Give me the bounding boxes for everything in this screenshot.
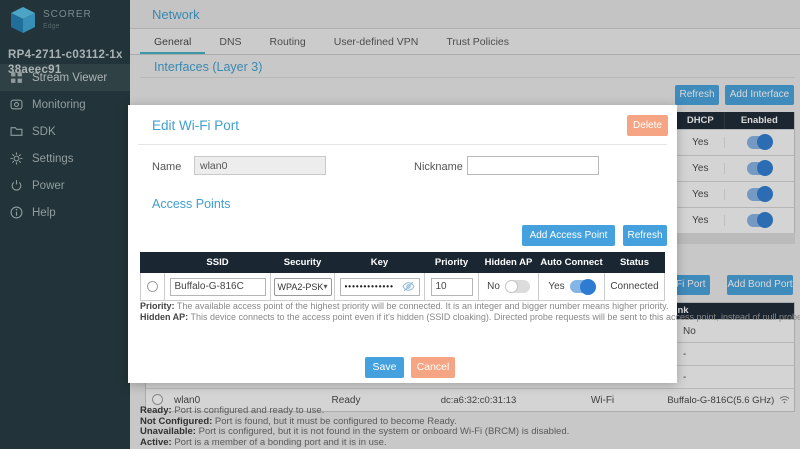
security-value: WPA2-PSK (278, 282, 324, 292)
note-hidden-ap: Hidden AP: This device connects to the a… (140, 312, 800, 323)
screen: SCORER Edge RP4-2711-c03112-1x 38aeec91 … (0, 0, 800, 449)
hidden-ap-toggle[interactable] (505, 280, 530, 293)
eye-slash-icon[interactable] (402, 281, 415, 292)
access-point-select-radio[interactable] (147, 281, 158, 292)
security-select[interactable]: WPA2-PSK ▾ (274, 278, 332, 296)
key-input[interactable]: ••••••••••••• (340, 278, 420, 296)
cancel-button[interactable]: Cancel (411, 357, 455, 378)
column-header-auto-connect: Auto Connect (539, 253, 605, 273)
hidden-ap-value: No (487, 281, 500, 292)
name-field[interactable] (194, 156, 326, 175)
column-header-select (141, 253, 165, 273)
masked-key: ••••••••••••• (345, 282, 394, 291)
priority-input[interactable] (431, 278, 473, 296)
name-label: Name (152, 161, 181, 173)
status-value: Connected (605, 273, 665, 301)
divider (138, 144, 667, 145)
auto-connect-toggle[interactable] (570, 280, 595, 293)
modal-refresh-button[interactable]: Refresh (623, 225, 667, 246)
column-header-security: Security (271, 253, 335, 273)
auto-connect-value: Yes (548, 281, 564, 292)
column-header-status: Status (605, 253, 665, 273)
modal-title: Edit Wi-Fi Port (152, 118, 239, 133)
access-points-table: SSID Security Key Priority Hidden AP Aut… (140, 252, 665, 301)
column-header-hidden-ap: Hidden AP (479, 253, 539, 273)
chevron-down-icon: ▾ (323, 282, 327, 291)
column-header-key: Key (335, 253, 425, 273)
column-header-ssid: SSID (165, 253, 271, 273)
access-points-table-header: SSID Security Key Priority Hidden AP Aut… (141, 253, 665, 273)
access-point-row: WPA2-PSK ▾ ••••••••••••• No (141, 273, 665, 301)
nickname-label: Nickname (414, 161, 463, 173)
section-title-access-points: Access Points (152, 197, 231, 211)
column-header-priority: Priority (425, 253, 479, 273)
add-access-point-button[interactable]: Add Access Point (522, 225, 615, 246)
note-priority: Priority: The available access point of … (140, 301, 800, 312)
edit-wifi-port-modal: Edit Wi-Fi Port Delete Name Nickname Acc… (128, 105, 677, 383)
help-notes: Priority: The available access point of … (140, 301, 800, 323)
ssid-input[interactable] (170, 278, 266, 296)
nickname-field[interactable] (467, 156, 599, 175)
save-button[interactable]: Save (365, 357, 404, 378)
delete-button[interactable]: Delete (627, 115, 668, 136)
